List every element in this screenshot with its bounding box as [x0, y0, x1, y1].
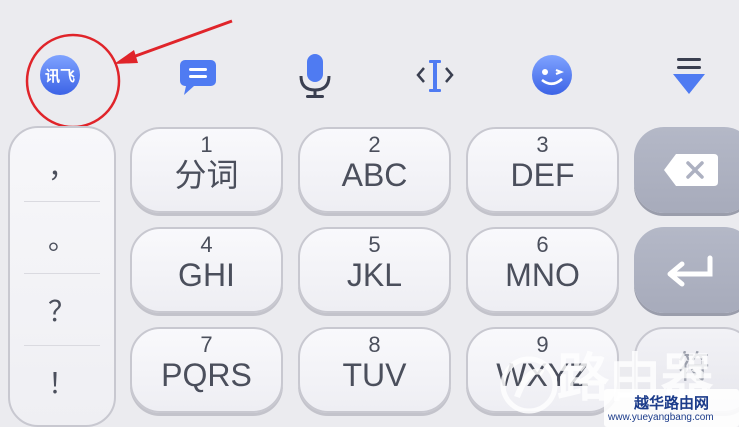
key-number: 8 [368, 332, 381, 357]
key-number: 5 [368, 232, 381, 257]
key-letters: GHI [178, 257, 235, 293]
punctuation-column: ， 。 ？ ！ [8, 126, 116, 427]
comma-key[interactable]: ， [10, 146, 114, 186]
punctuation-divider [24, 273, 100, 274]
backspace-key[interactable] [634, 127, 739, 213]
watermark-badge: 越华路由网 www.yueyangbang.com [604, 389, 739, 427]
key-3-def[interactable]: 3 DEF [466, 127, 619, 213]
punctuation-divider [24, 345, 100, 346]
key-letters: JKL [346, 257, 403, 293]
backspace-icon [664, 154, 718, 186]
watermark-site-url: www.yueyangbang.com [608, 412, 714, 423]
keyboard-toolbar: 讯飞 [0, 0, 739, 129]
key-number: 2 [368, 132, 381, 157]
chat-bubble-icon[interactable] [174, 50, 224, 100]
emoji-icon[interactable] [527, 50, 577, 100]
enter-key[interactable] [634, 227, 739, 313]
text-cursor-icon[interactable] [410, 50, 460, 100]
enter-icon [667, 255, 713, 287]
key-letters: MNO [505, 257, 580, 293]
collapse-keyboard-icon[interactable] [664, 50, 714, 100]
punctuation-divider [24, 201, 100, 202]
key-number: 7 [200, 332, 213, 357]
watermark: 路由器 越华路由网 www.yueyangbang.com [479, 347, 739, 427]
key-8-tuv[interactable]: 8 TUV [298, 327, 451, 413]
key-letters: ABC [341, 157, 408, 193]
key-4-ghi[interactable]: 4 GHI [130, 227, 283, 313]
microphone-icon[interactable] [290, 50, 340, 100]
key-number: 6 [536, 232, 549, 257]
period-key[interactable]: 。 [10, 218, 114, 258]
key-number: 4 [200, 232, 213, 257]
exclamation-key[interactable]: ！ [10, 362, 114, 402]
key-2-abc[interactable]: 2 ABC [298, 127, 451, 213]
key-5-jkl[interactable]: 5 JKL [298, 227, 451, 313]
key-7-pqrs[interactable]: 7 PQRS [130, 327, 283, 413]
watermark-site-name: 越华路由网 [634, 395, 710, 412]
ifly-logo-icon[interactable]: 讯飞 [37, 52, 83, 98]
key-letters: PQRS [161, 357, 252, 393]
key-letters: TUV [342, 357, 407, 393]
key-6-mno[interactable]: 6 MNO [466, 227, 619, 313]
key-1-fenci[interactable]: 1 分词 [130, 127, 283, 213]
key-letters: DEF [510, 157, 575, 193]
watermark-logo-icon [500, 356, 558, 414]
ifly-logo-text: 讯飞 [44, 68, 75, 85]
key-number: 3 [536, 132, 549, 157]
question-mark-key[interactable]: ？ [10, 290, 114, 330]
key-letters: 分词 [174, 157, 239, 193]
key-number: 1 [200, 132, 213, 157]
annotation-overlay [25, 19, 233, 129]
